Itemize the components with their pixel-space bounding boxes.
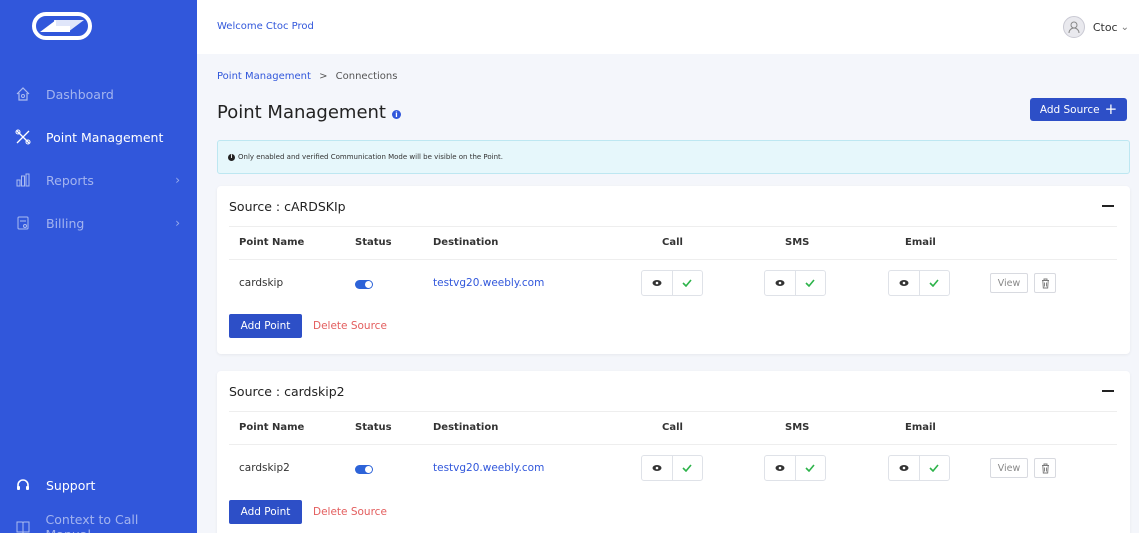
info-icon: i	[228, 153, 235, 161]
call-controls	[641, 455, 703, 481]
check-icon[interactable]	[794, 456, 825, 480]
plus-icon: +	[1104, 100, 1118, 118]
chevron-down-icon: ⌄	[1120, 21, 1129, 33]
column-header: Destination	[433, 422, 499, 433]
sidebar: Dashboard Point Management Reports › Bil…	[0, 0, 197, 533]
call-controls	[641, 270, 703, 296]
brand-logo[interactable]	[26, 10, 98, 42]
page-title-text: Point Management	[217, 102, 386, 123]
book-icon	[14, 518, 32, 533]
avatar	[1062, 16, 1085, 38]
delete-source-link[interactable]: Delete Source	[313, 320, 387, 332]
sidebar-item-support[interactable]: Support	[14, 476, 184, 494]
view-button[interactable]: View	[990, 458, 1028, 478]
column-header: SMS	[785, 237, 810, 248]
check-icon[interactable]	[671, 271, 702, 295]
chevron-right-icon: ›	[175, 216, 180, 230]
check-icon[interactable]	[671, 456, 702, 480]
delete-source-link[interactable]: Delete Source	[313, 506, 387, 518]
table-header: Point Name Status Destination Call SMS E…	[229, 226, 1117, 260]
view-button[interactable]: View	[990, 273, 1028, 293]
status-toggle[interactable]	[355, 465, 373, 474]
welcome-text: Welcome Ctoc Prod	[217, 21, 314, 32]
user-name: Ctoc	[1092, 20, 1118, 34]
point-name: cardskip2	[239, 462, 290, 474]
destination-link[interactable]: testvg20.weebly.com	[433, 462, 544, 474]
eye-icon[interactable]	[765, 271, 795, 295]
chevron-right-icon: ›	[175, 173, 180, 187]
eye-icon[interactable]	[889, 271, 919, 295]
trash-icon[interactable]	[1034, 273, 1056, 293]
column-header: SMS	[785, 422, 810, 433]
user-menu[interactable]: Ctoc ⌄	[1062, 16, 1129, 38]
sidebar-item-label: Dashboard	[46, 86, 114, 102]
email-controls	[888, 270, 950, 296]
column-header: Status	[355, 237, 392, 248]
sidebar-item-label: Support	[46, 477, 96, 493]
column-header: Call	[662, 237, 683, 248]
source-title: Source : cardskip2	[229, 384, 345, 399]
sidebar-item-label: Billing	[46, 215, 85, 231]
breadcrumb-current: Connections	[335, 71, 398, 82]
column-header: Point Name	[239, 422, 305, 433]
column-header: Status	[355, 422, 392, 433]
sidebar-item-label: Point Management	[46, 129, 164, 145]
column-header: Call	[662, 422, 683, 433]
collapse-icon[interactable]	[1102, 390, 1114, 392]
email-controls	[888, 455, 950, 481]
sidebar-item-point-management[interactable]: Point Management	[14, 128, 184, 146]
table-header: Point Name Status Destination Call SMS E…	[229, 411, 1117, 445]
check-icon[interactable]	[918, 456, 949, 480]
status-toggle[interactable]	[355, 280, 373, 289]
page-title: Point Management i	[217, 102, 401, 123]
column-header: Destination	[433, 237, 499, 248]
column-header: Email	[905, 422, 936, 433]
add-source-label: Add Source	[1039, 103, 1100, 116]
headset-icon	[14, 476, 32, 494]
trash-icon[interactable]	[1034, 458, 1056, 478]
source-title: Source : cARDSKIp	[229, 199, 346, 214]
eye-icon[interactable]	[642, 271, 672, 295]
sidebar-item-dashboard[interactable]: Dashboard	[14, 85, 184, 103]
info-notice: i Only enabled and verified Communicatio…	[217, 140, 1130, 174]
table-row: cardskip testvg20.weebly.com View	[229, 261, 1117, 305]
billing-icon	[14, 214, 32, 232]
eye-icon[interactable]	[642, 456, 672, 480]
sidebar-item-billing[interactable]: Billing ›	[14, 214, 184, 232]
add-source-button[interactable]: Add Source +	[1030, 98, 1127, 121]
column-header: Email	[905, 237, 936, 248]
top-bar: Welcome Ctoc Prod Ctoc ⌄	[197, 0, 1139, 54]
add-point-button[interactable]: Add Point	[229, 500, 302, 524]
check-icon[interactable]	[918, 271, 949, 295]
eye-icon[interactable]	[765, 456, 795, 480]
breadcrumb-separator: >	[319, 71, 328, 82]
home-icon	[14, 85, 32, 103]
breadcrumb: Point Management > Connections	[217, 71, 397, 82]
tools-icon	[14, 128, 32, 146]
add-point-button[interactable]: Add Point	[229, 314, 302, 338]
sidebar-item-reports[interactable]: Reports ›	[14, 171, 184, 189]
sidebar-item-label: Reports	[46, 172, 94, 188]
sidebar-item-manual[interactable]: Context to Call Manual	[14, 512, 184, 533]
breadcrumb-parent[interactable]: Point Management	[217, 71, 311, 82]
destination-link[interactable]: testvg20.weebly.com	[433, 277, 544, 289]
source-card: Source : cardskip2 Point Name Status Des…	[217, 371, 1130, 533]
info-icon[interactable]: i	[392, 110, 401, 119]
notice-text: Only enabled and verified Communication …	[238, 153, 504, 161]
chart-icon	[14, 171, 32, 189]
eye-icon[interactable]	[889, 456, 919, 480]
check-icon[interactable]	[794, 271, 825, 295]
table-row: cardskip2 testvg20.weebly.com View	[229, 446, 1117, 490]
source-card: Source : cARDSKIp Point Name Status Dest…	[217, 186, 1130, 354]
collapse-icon[interactable]	[1102, 205, 1114, 207]
sms-controls	[764, 455, 826, 481]
sms-controls	[764, 270, 826, 296]
column-header: Point Name	[239, 237, 305, 248]
sidebar-item-label: Context to Call Manual	[45, 512, 139, 533]
point-name: cardskip	[239, 277, 284, 289]
